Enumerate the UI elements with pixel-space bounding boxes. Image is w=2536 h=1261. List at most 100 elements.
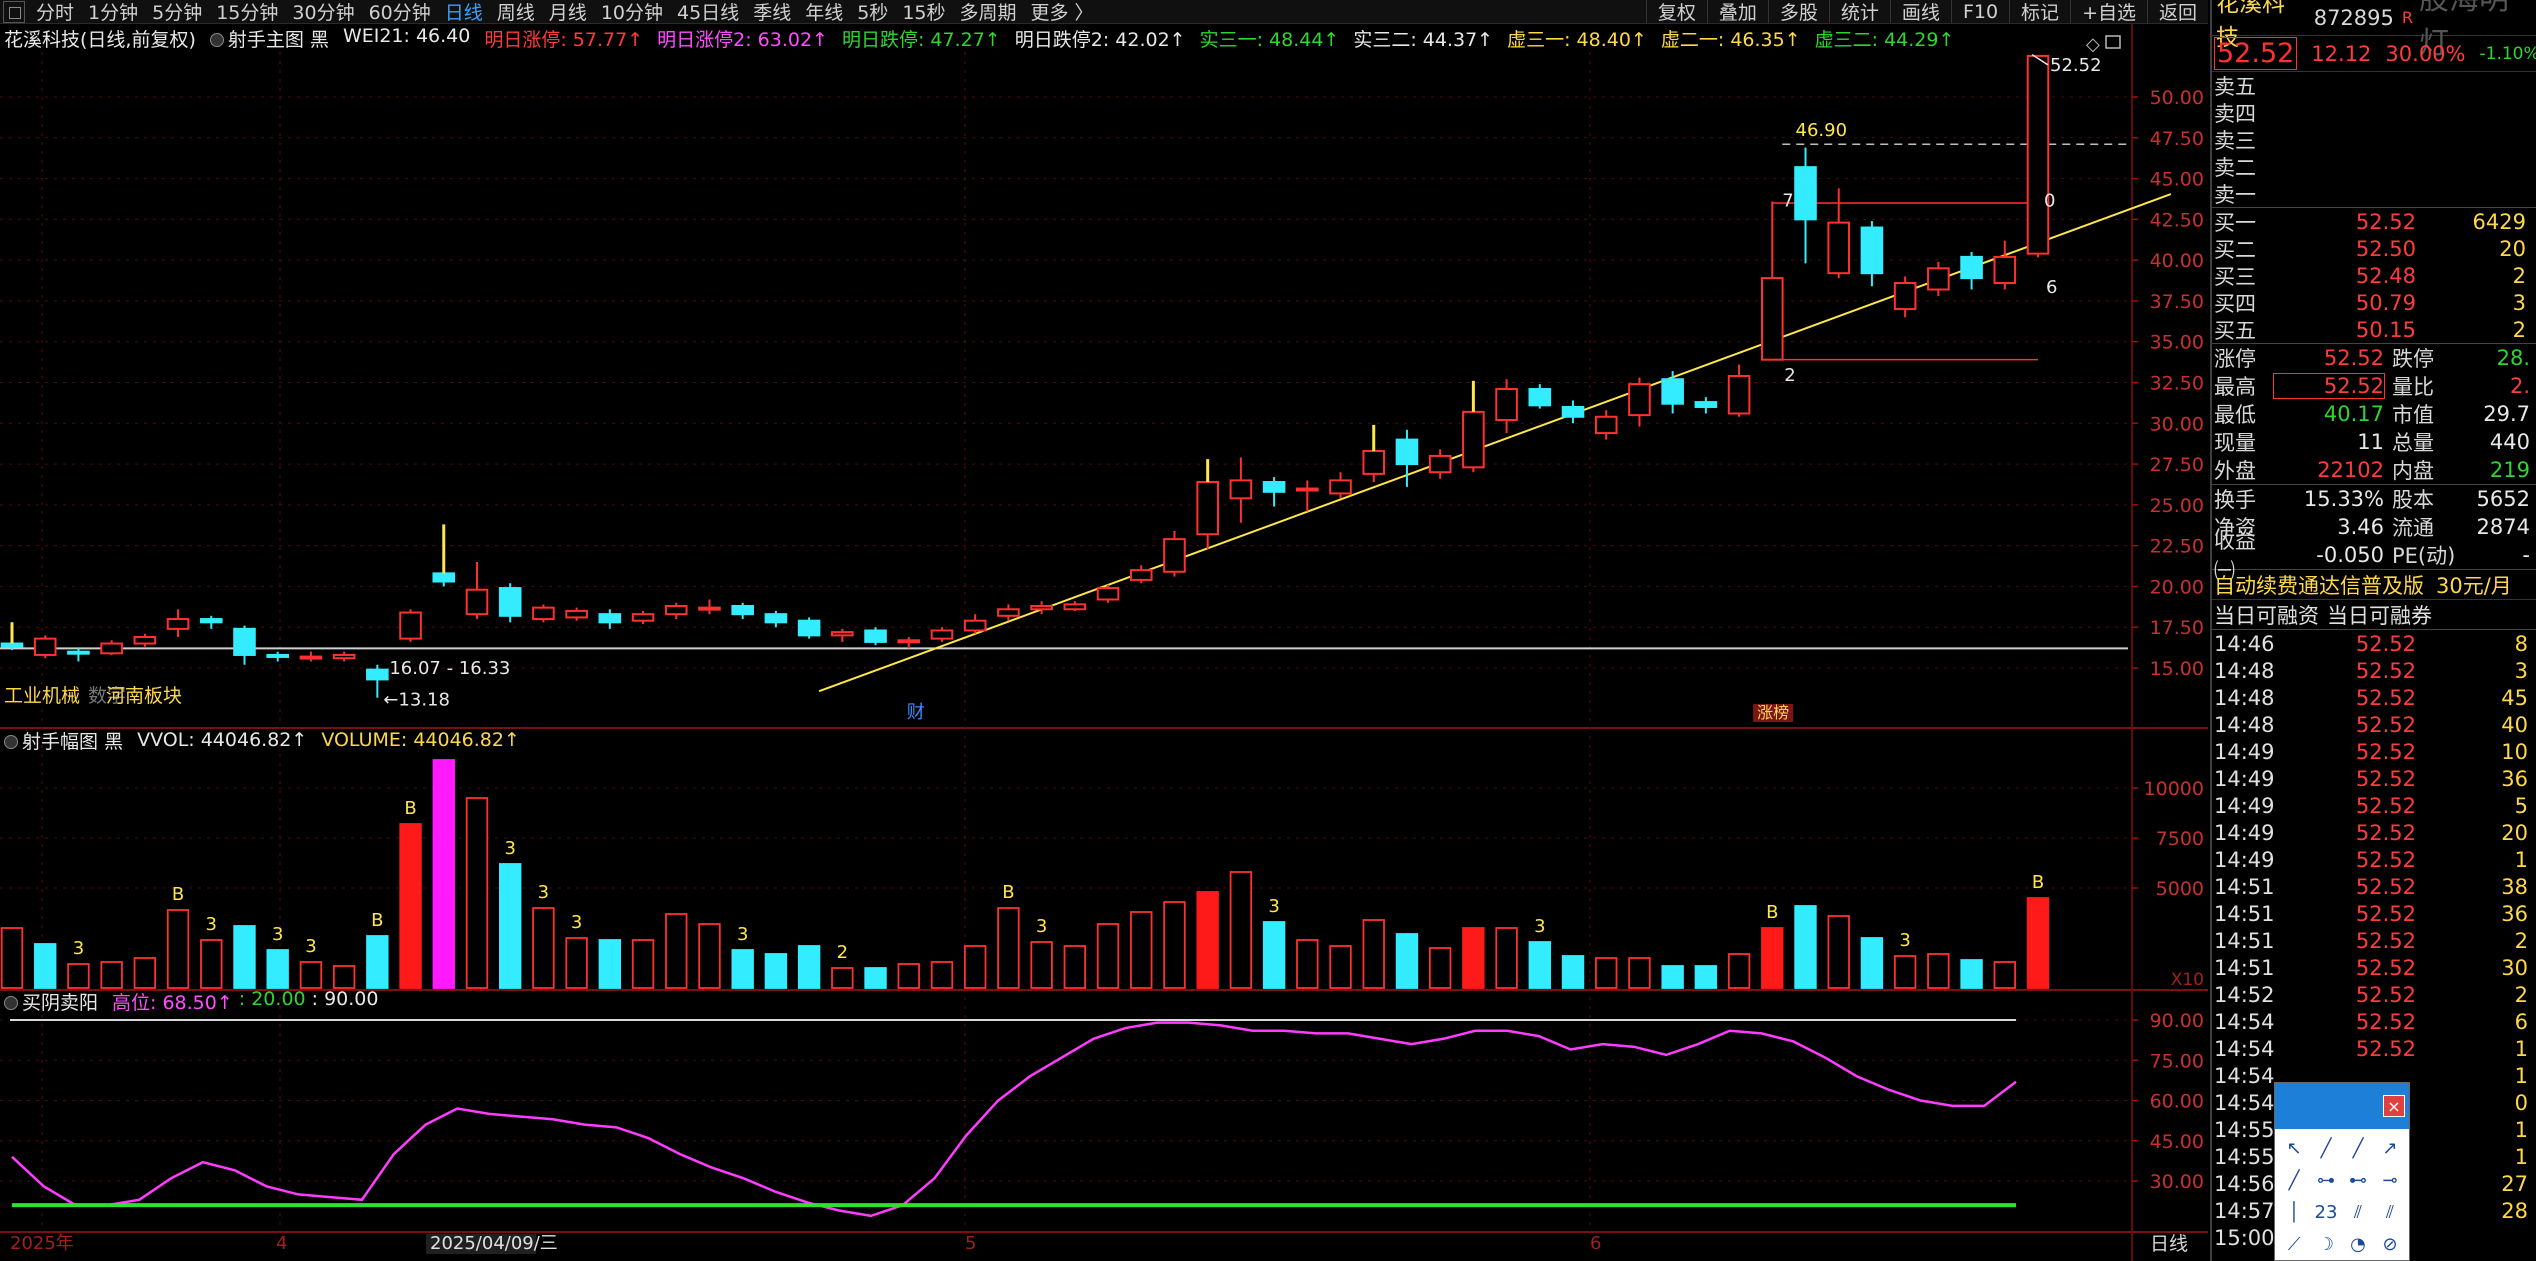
candle[interactable] [565, 607, 588, 621]
main-indicator-name[interactable]: 射手主图 [228, 29, 304, 51]
period-tab[interactable]: 10分钟 [594, 0, 670, 25]
volume-bar[interactable] [797, 945, 821, 989]
volume-bar[interactable] [133, 957, 157, 989]
drawing-tools-palette[interactable]: × ↖ ╱ ╱ ↗ ╱ ⊶ ⊷ ⊸ │ 23 ⫽ ⫽ ⟋ ☽ ◔ ⊘ [2274, 1082, 2410, 1261]
promo-price[interactable]: 30元/月 [2436, 570, 2512, 600]
candle[interactable] [897, 637, 921, 649]
volume-bar[interactable] [565, 937, 588, 989]
volume-bar[interactable] [764, 953, 788, 989]
promo-text[interactable]: 自动续费通达信普及版 [2214, 570, 2424, 600]
candle[interactable] [1727, 364, 1751, 417]
volume-bar[interactable] [67, 963, 90, 989]
toolbar-button[interactable]: 标记 [2009, 0, 2070, 24]
menu-icon[interactable] [3, 0, 25, 23]
volume-bar[interactable] [1860, 937, 1884, 989]
candle[interactable] [1096, 584, 1120, 603]
volume-bar[interactable] [665, 913, 688, 989]
period-tab[interactable]: 年线 [798, 0, 850, 25]
volume-bar[interactable] [2026, 897, 2050, 989]
candle[interactable] [631, 610, 655, 624]
volume-bar[interactable] [1727, 953, 1751, 989]
candle[interactable] [764, 610, 788, 628]
volume-bar[interactable] [1130, 911, 1153, 989]
candle[interactable] [1163, 530, 1186, 577]
volume-bar[interactable] [1927, 953, 1950, 989]
candle[interactable] [1628, 377, 1651, 427]
volume-bar[interactable] [332, 965, 356, 989]
volume-bar[interactable] [233, 925, 256, 989]
chart-area[interactable]: 15.00 17.50 20.00 22.50 25.00 27.50 30.00 32.50… [0, 24, 2208, 1261]
period-tab[interactable]: 30分钟 [285, 0, 361, 25]
candle[interactable] [2026, 54, 2050, 258]
toolbar-button[interactable]: 统计 [1828, 0, 1890, 24]
candle[interactable] [498, 583, 522, 623]
period-tab[interactable]: 1分钟 [81, 0, 145, 25]
candle[interactable] [1229, 457, 1253, 523]
volume-bar[interactable] [432, 759, 455, 989]
candle[interactable] [233, 625, 256, 665]
volume-bar[interactable] [997, 907, 1020, 989]
volume-bar[interactable] [299, 961, 323, 989]
period-tab[interactable]: 更多 〉 [1024, 0, 1101, 25]
osc-indicator-name[interactable]: 买阴卖阳 [22, 992, 98, 1014]
period-tab[interactable]: 5秒 [850, 0, 895, 25]
marker-tool-icon[interactable]: 23 [2311, 1197, 2341, 1227]
channel-tool-icon[interactable]: ⫽ [2375, 1197, 2405, 1227]
candle[interactable] [100, 640, 123, 655]
candle[interactable] [1428, 449, 1452, 479]
candle[interactable] [1296, 480, 1319, 512]
h-line-tool-icon[interactable]: ⊷ [2343, 1165, 2373, 1195]
candle[interactable] [1561, 400, 1585, 424]
volume-bar[interactable] [200, 939, 223, 989]
candle[interactable] [1993, 240, 2017, 290]
candle[interactable] [963, 614, 987, 634]
volume-bar[interactable] [1395, 933, 1419, 989]
toolbar-button[interactable]: 画线 [1889, 0, 1951, 24]
volume-bar[interactable] [100, 961, 123, 989]
cursor-tool-icon[interactable]: ↖ [2279, 1133, 2309, 1163]
period-tab[interactable]: 季线 [746, 0, 798, 25]
candle[interactable] [1063, 601, 1087, 611]
volume-bar[interactable] [1329, 945, 1352, 989]
candle[interactable] [399, 609, 422, 642]
palette-close-button[interactable]: × [2383, 1095, 2405, 1117]
h-segment-tool-icon[interactable]: ⊶ [2311, 1165, 2341, 1195]
volume-bar[interactable] [1893, 955, 1917, 989]
period-tab[interactable]: 15分钟 [209, 0, 285, 25]
candle[interactable] [1694, 397, 1718, 414]
arrow-tool-icon[interactable]: ↗ [2375, 1133, 2405, 1163]
volume-bar[interactable] [1827, 915, 1850, 989]
candle[interactable] [299, 651, 323, 662]
volume-bar[interactable] [897, 963, 920, 989]
toolbar-button[interactable]: +自选 [2070, 0, 2147, 24]
toolbar-button[interactable]: 叠加 [1706, 0, 1768, 24]
candle[interactable] [731, 602, 754, 620]
volume-bar[interactable] [465, 797, 489, 989]
candle[interactable] [698, 599, 721, 615]
candle[interactable] [797, 617, 821, 639]
candle[interactable] [1760, 201, 1784, 361]
volume-bar[interactable] [1495, 927, 1518, 989]
volume-bar[interactable] [1030, 941, 1053, 989]
candle[interactable] [1129, 565, 1153, 584]
period-tab[interactable]: 60分钟 [362, 0, 438, 25]
volume-bar[interactable] [166, 909, 190, 989]
volume-bar[interactable] [864, 967, 887, 989]
volume-bar[interactable] [366, 935, 389, 989]
candle[interactable] [166, 609, 190, 638]
candle[interactable] [1329, 472, 1352, 499]
volume-bar[interactable] [1462, 927, 1485, 989]
toolbar-button[interactable]: 返回 [2146, 0, 2208, 24]
volume-bar[interactable] [930, 961, 954, 989]
candle[interactable] [1661, 371, 1684, 414]
volume-bar[interactable] [1595, 957, 1618, 989]
volume-bar[interactable] [1163, 901, 1186, 989]
candle[interactable] [465, 561, 489, 620]
osc-line-high[interactable] [11, 1021, 2017, 1218]
volume-bar[interactable] [1196, 891, 1219, 989]
promo-banner[interactable]: 自动续费通达信普及版 30元/月 [2212, 570, 2536, 600]
candle[interactable] [1262, 477, 1286, 507]
volume-bar[interactable] [1428, 947, 1452, 989]
volume-bar[interactable] [1063, 945, 1087, 989]
volume-bar[interactable] [631, 939, 655, 989]
